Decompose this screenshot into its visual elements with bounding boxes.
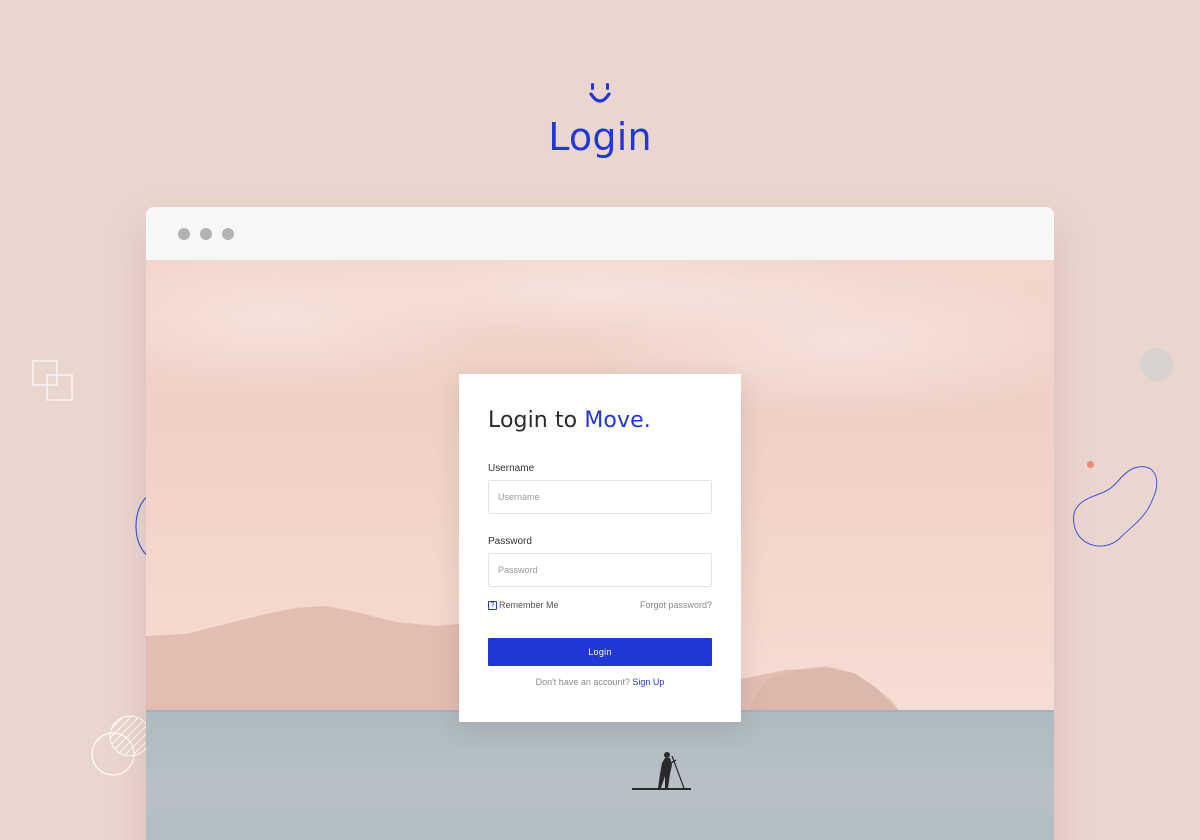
window-minimize-dot[interactable]	[200, 228, 212, 240]
signup-link[interactable]: Sign Up	[632, 677, 664, 687]
username-label: Username	[488, 463, 535, 474]
browser-window: Login to Move. Username Password ? Remem…	[146, 207, 1054, 840]
password-label: Password	[488, 536, 532, 547]
decorative-blob-outline	[1073, 466, 1158, 547]
login-heading: Login to Move.	[488, 408, 712, 433]
smile-logo-icon	[589, 83, 611, 103]
login-card: Login to Move. Username Password ? Remem…	[459, 374, 741, 722]
password-input[interactable]	[488, 553, 712, 587]
login-heading-prefix: Login to	[488, 408, 578, 433]
browser-title-bar	[146, 207, 1054, 260]
login-button[interactable]: Login	[488, 638, 712, 666]
window-close-dot[interactable]	[178, 228, 190, 240]
decorative-hatched-circles	[91, 715, 151, 776]
page-title: Login	[548, 115, 652, 159]
signup-row: Don't have an account? Sign Up	[488, 677, 712, 687]
background-photo: Login to Move. Username Password ? Remem…	[146, 260, 1054, 840]
page-header: Login	[0, 82, 1200, 159]
decorative-gray-dot	[1140, 348, 1173, 381]
checkbox-icon[interactable]: ?	[488, 600, 497, 610]
username-input[interactable]	[488, 480, 712, 514]
signup-prompt: Don't have an account?	[535, 677, 630, 687]
decorative-squares	[32, 360, 73, 401]
remember-me-toggle[interactable]: ? Remember Me	[488, 600, 559, 610]
remember-me-label[interactable]: Remember Me	[499, 600, 559, 610]
forgot-password-link[interactable]: Forgot password?	[640, 600, 712, 610]
login-options-row: ? Remember Me Forgot password?	[488, 599, 712, 611]
window-maximize-dot[interactable]	[222, 228, 234, 240]
login-heading-brand: Move.	[584, 408, 651, 433]
